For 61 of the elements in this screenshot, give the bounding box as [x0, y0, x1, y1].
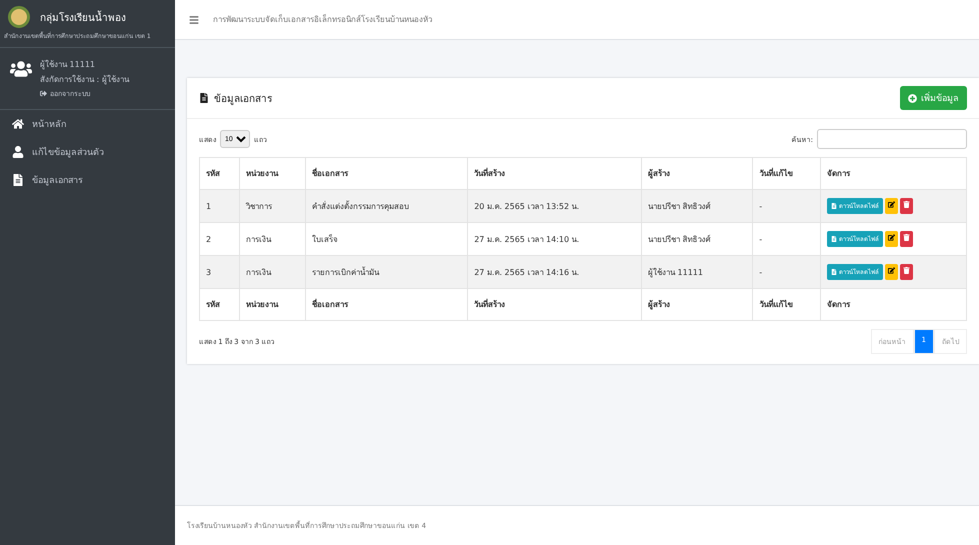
column-header[interactable]: จัดการ	[820, 158, 966, 190]
document-icon	[831, 203, 838, 209]
column-footer: วันที่แก้ไข	[752, 288, 821, 320]
plus-icon	[908, 94, 917, 102]
trash-icon	[903, 267, 910, 274]
sidebar-item[interactable]: หน้าหลัก	[0, 110, 175, 138]
column-header[interactable]: วันที่สร้าง	[468, 158, 642, 190]
table-cell: รายการเบิกค่าน้ำมัน	[306, 256, 468, 288]
column-footer: วันที่สร้าง	[468, 288, 642, 320]
trash-icon	[903, 201, 910, 208]
column-footer: จัดการ	[820, 288, 966, 320]
logo-icon	[8, 6, 30, 28]
delete-button[interactable]	[900, 231, 914, 247]
user-icon	[12, 146, 24, 158]
edit-icon	[888, 267, 896, 274]
table-cell: การเงิน	[239, 256, 306, 288]
home-icon	[12, 118, 24, 130]
edit-icon	[888, 234, 896, 241]
table-cell: -	[752, 256, 821, 288]
column-footer: ชื่อเอกสาร	[306, 288, 468, 320]
edit-icon	[888, 201, 896, 208]
column-footer: รหัส	[200, 288, 240, 320]
sidebar-item[interactable]: ข้อมูลเอกสาร	[0, 166, 175, 194]
sidebar-item[interactable]: แก้ไขข้อมูลส่วนตัว	[0, 138, 175, 166]
document-icon	[12, 174, 24, 186]
table-cell: นายปรีชา สิทธิวงศ์	[641, 222, 753, 256]
column-header[interactable]: ชื่อเอกสาร	[306, 158, 468, 190]
user-role: สังกัดการใช้งาน : ผู้ใช้งาน	[40, 74, 129, 86]
table-cell: ผู้ใช้งาน 11111	[641, 256, 753, 288]
table-cell: 27 ม.ค. 2565 เวลา 14:10 น.	[468, 222, 642, 256]
table-cell: -	[752, 222, 821, 256]
table-cell: 1	[200, 190, 240, 222]
table-cell: นายปรีชา สิทธิวงศ์	[641, 190, 753, 222]
table-cell: 27 ม.ค. 2565 เวลา 14:16 น.	[468, 256, 642, 288]
table-cell: 2	[200, 222, 240, 256]
delete-button[interactable]	[900, 264, 914, 280]
document-icon	[199, 93, 209, 103]
edit-button[interactable]	[885, 264, 898, 280]
delete-button[interactable]	[900, 198, 914, 214]
logout-icon	[40, 90, 47, 97]
menu-icon[interactable]	[189, 14, 199, 24]
user-name: ผู้ใช้งาน 11111	[40, 58, 96, 71]
table-cell: วิชาการ	[239, 190, 306, 222]
column-footer: ผู้สร้าง	[641, 288, 753, 320]
document-icon	[831, 269, 838, 275]
card-title: ข้อมูลเอกสาร	[199, 90, 272, 106]
document-icon	[831, 236, 838, 242]
column-footer: หน่วยงาน	[239, 288, 306, 320]
table-cell: 20 ม.ค. 2565 เวลา 13:52 น.	[468, 190, 642, 222]
column-header[interactable]: รหัส	[200, 158, 240, 190]
table-cell: ใบเสร็จ	[306, 222, 468, 256]
edit-button[interactable]	[885, 198, 898, 214]
search-field[interactable]	[817, 129, 967, 149]
brand-name: กลุ่มโรงเรียนน้ำพอง	[40, 10, 126, 24]
page-title: การพัฒนาระบบจัดเก็บเอกสารอิเล็กทรอนิกส์โรงเรียนบ้านหนองหัว	[213, 13, 432, 26]
trash-icon	[903, 234, 910, 241]
table-cell: -	[752, 190, 821, 222]
table-cell: 3	[200, 256, 240, 288]
table-cell: คำสั่งแต่งตั้งกรรมการคุมสอบ	[306, 190, 468, 222]
edit-button[interactable]	[885, 231, 898, 247]
table-cell: การเงิน	[239, 222, 306, 256]
